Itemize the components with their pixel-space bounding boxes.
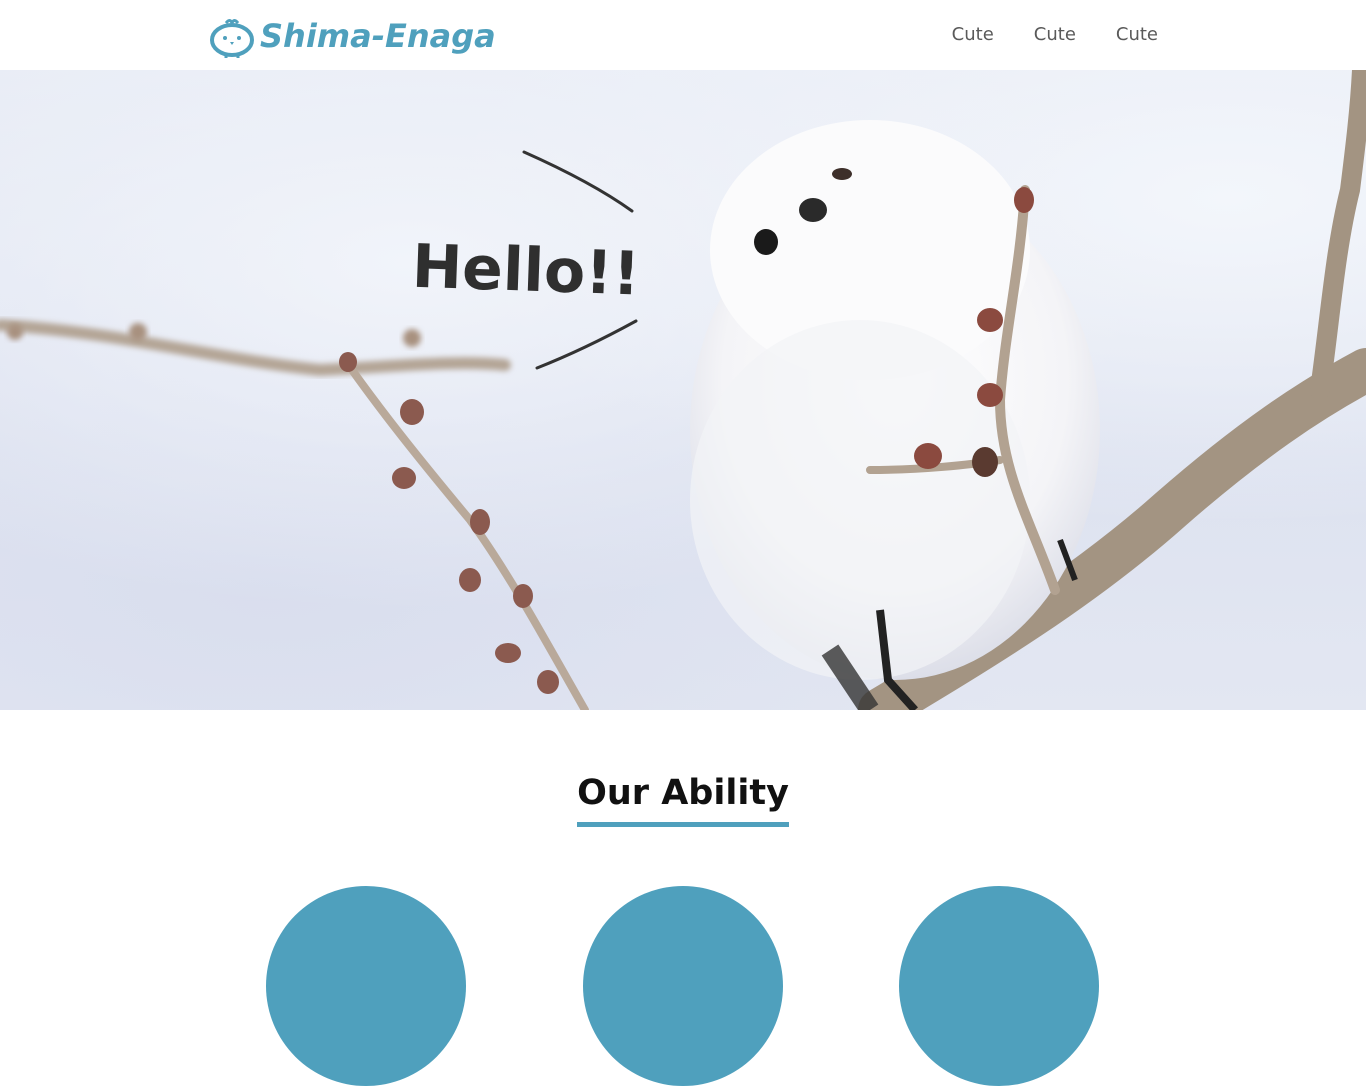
bird-logo-icon <box>210 19 254 58</box>
nav-link-2[interactable]: Cute <box>1034 22 1076 48</box>
ability-circle-2 <box>583 886 783 1086</box>
logo-text: Shima-Enaga <box>260 17 496 55</box>
ability-circle-1 <box>266 886 466 1086</box>
speech-line-top <box>522 150 634 213</box>
section-title: Our Ability <box>577 770 789 827</box>
hero-image: Hello!! <box>0 70 1366 710</box>
main-nav: Cute Cute Cute <box>912 22 1158 48</box>
site-logo[interactable]: Shima-Enaga <box>208 12 496 60</box>
speech-line-bottom <box>535 319 638 370</box>
budded-twig <box>341 356 589 710</box>
site-header: Shima-Enaga Cute Cute Cute <box>0 0 1366 70</box>
left-branch <box>0 319 511 377</box>
hero-greeting: Hello!! <box>411 232 641 310</box>
nav-link-1[interactable]: Cute <box>952 22 994 48</box>
nav-link-3[interactable]: Cute <box>1116 22 1158 48</box>
hero-illustration: Hello!! <box>0 70 1366 710</box>
ability-section-header: Our Ability <box>0 770 1366 827</box>
ability-circle-3 <box>899 886 1099 1086</box>
